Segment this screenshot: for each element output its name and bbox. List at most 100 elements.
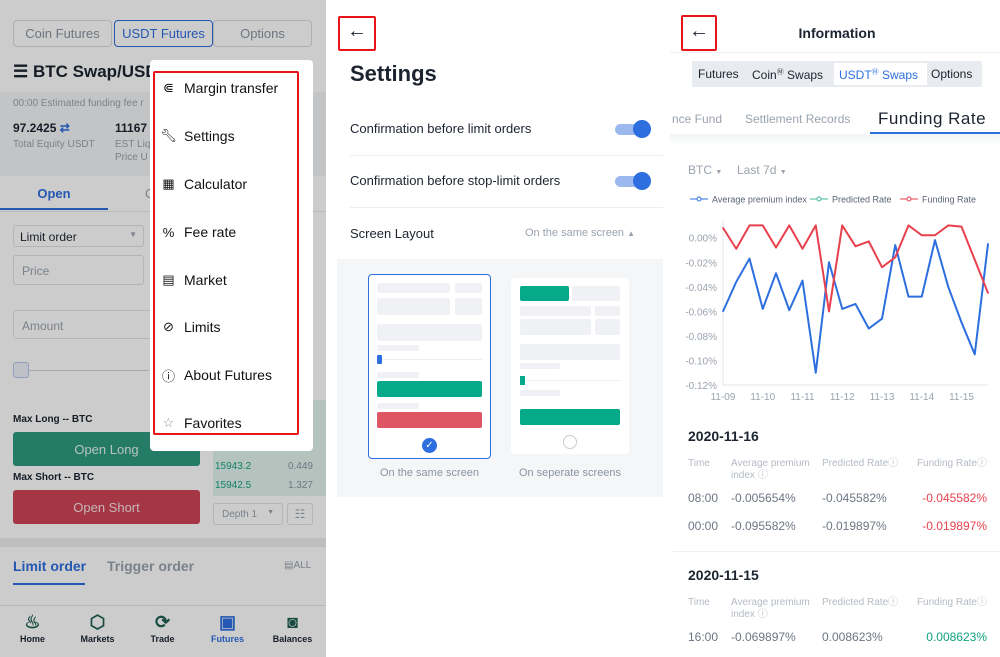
row-funding-rate: -0.019897% [922,519,987,533]
legend-marker [906,196,912,202]
row-funding-rate: -0.045582% [922,491,987,505]
option-label: On seperate screens [518,467,622,479]
menu-item-fee-rate[interactable]: % Fee rate [150,222,295,242]
layout-options: ✓ On the same screen On seperate screens [337,259,663,497]
limit-confirm-toggle[interactable] [615,120,651,138]
selected-check-icon: ✓ [422,438,437,453]
menu-item-market[interactable]: ▤ Market [150,270,295,290]
data-point [828,310,830,313]
menu-item-limits[interactable]: ⊘ Limits [150,317,295,337]
data-point [973,353,976,356]
x-tick-label: 11-10 [750,392,775,403]
data-point [881,266,883,268]
x-tick-label: 11-13 [870,392,895,403]
data-point [920,295,923,298]
x-tick-label: 11-15 [949,392,974,403]
data-point [894,244,897,246]
range-select[interactable]: Last 7d ▼ [737,163,787,177]
futures-trade-screen: Coin Futures USDT Futures Options ☰ BTC … [0,0,326,657]
chevron-down-icon: ▼ [715,169,723,176]
data-point [748,257,751,260]
segment-futures[interactable]: Futures [698,67,739,81]
calculator-icon: ▦ [162,176,175,191]
m-badge-icon: Ⓜ [776,69,784,76]
info-icon[interactable]: ⓘ [758,609,768,620]
info-icon[interactable]: ⓘ [977,458,987,469]
segment-coin-swaps[interactable]: CoinⓂ Swaps [752,67,823,82]
tab-funding-rate[interactable]: Funding Rate [878,109,986,129]
row-predicted-rate: -0.045582% [822,491,887,505]
series-line-average-premium-index [722,239,989,374]
segment-usdt-swaps[interactable]: USDTⓂ Swaps [834,63,927,85]
data-point [775,272,777,275]
layout-option-separate-screens[interactable] [511,278,629,454]
data-point [894,256,897,259]
data-point [775,246,777,249]
information-screen: ← Information Futures CoinⓂ Swaps USDTⓂ … [670,0,1000,657]
col-header-avg: Average premium index ⓘ [731,458,810,481]
x-tick-label: 11-09 [711,392,736,403]
info-icon[interactable]: ⓘ [758,470,768,481]
page-title: Information [798,25,876,41]
row-time: 00:00 [688,519,719,533]
col-header-funding: Funding Rateⓘ [916,458,987,469]
info-icon[interactable]: ⓘ [888,458,898,469]
menu-item-settings[interactable]: 🔧︎ Settings [150,126,295,146]
limits-icon: ⊘ [163,319,174,334]
data-point [973,258,976,261]
data-point [947,224,950,227]
info-icon[interactable]: ⓘ [888,597,898,608]
data-point [722,227,724,229]
data-point [960,225,963,228]
chevron-up-icon: ▲ [627,229,636,238]
row-predicted-rate: -0.019897% [822,519,887,533]
stop-limit-confirm-toggle[interactable] [615,172,651,190]
screen-layout-select[interactable]: On the same screen ▲ [525,227,635,239]
section-date: 2020-11-16 [688,428,759,444]
section-date: 2020-11-15 [688,567,759,583]
coin-select[interactable]: BTC ▼ [688,163,722,177]
col-header-predicted: Predicted Rateⓘ [822,458,899,469]
divider [670,52,1000,53]
data-point [947,286,950,288]
data-point [801,247,804,250]
x-tick-label: 11-14 [909,392,934,403]
row-avg-premium: -0.005654% [731,491,796,505]
data-point [788,224,791,227]
data-point [854,303,857,305]
menu-item-calculator[interactable]: ▦ Calculator [150,174,295,194]
data-point [841,224,844,227]
unselected-radio-icon [563,435,577,449]
menu-item-favorites[interactable]: ☆ Favorites [150,413,295,433]
data-point [735,247,738,250]
x-tick-label: 11-12 [830,392,855,403]
data-point [814,224,817,227]
row-funding-rate: 0.008623% [926,630,987,644]
divider [670,134,1000,146]
menu-item-margin-transfer[interactable]: ⋐ Margin transfer [150,78,295,98]
y-tick-label: -0.02% [685,258,717,269]
data-point [722,310,724,313]
data-point [761,308,764,310]
y-tick-label: -0.10% [685,356,717,367]
layout-option-same-screen[interactable]: ✓ [368,274,491,459]
data-point [867,240,870,243]
info-icon[interactable]: ⓘ [977,597,987,608]
market-icon: ▤ [162,272,175,287]
data-point [801,279,804,282]
divider [673,551,1000,552]
back-arrow-icon[interactable]: ← [347,20,367,43]
data-point [841,308,844,310]
data-point [907,295,910,298]
col-header-funding: Funding Rateⓘ [916,597,987,608]
tab-settlement-records[interactable]: Settlement Records [745,112,850,126]
series-line-funding-rate [722,224,989,313]
screen-layout-label: Screen Layout [350,226,434,241]
data-point [814,371,817,374]
tab-insurance-fund[interactable]: nce Fund [672,112,722,126]
segment-options[interactable]: Options [931,67,972,81]
y-tick-label: -0.06% [685,307,717,318]
menu-item-about-futures[interactable]: ⓘ About Futures [150,365,295,385]
percent-icon: % [162,224,175,240]
data-point [987,243,989,245]
